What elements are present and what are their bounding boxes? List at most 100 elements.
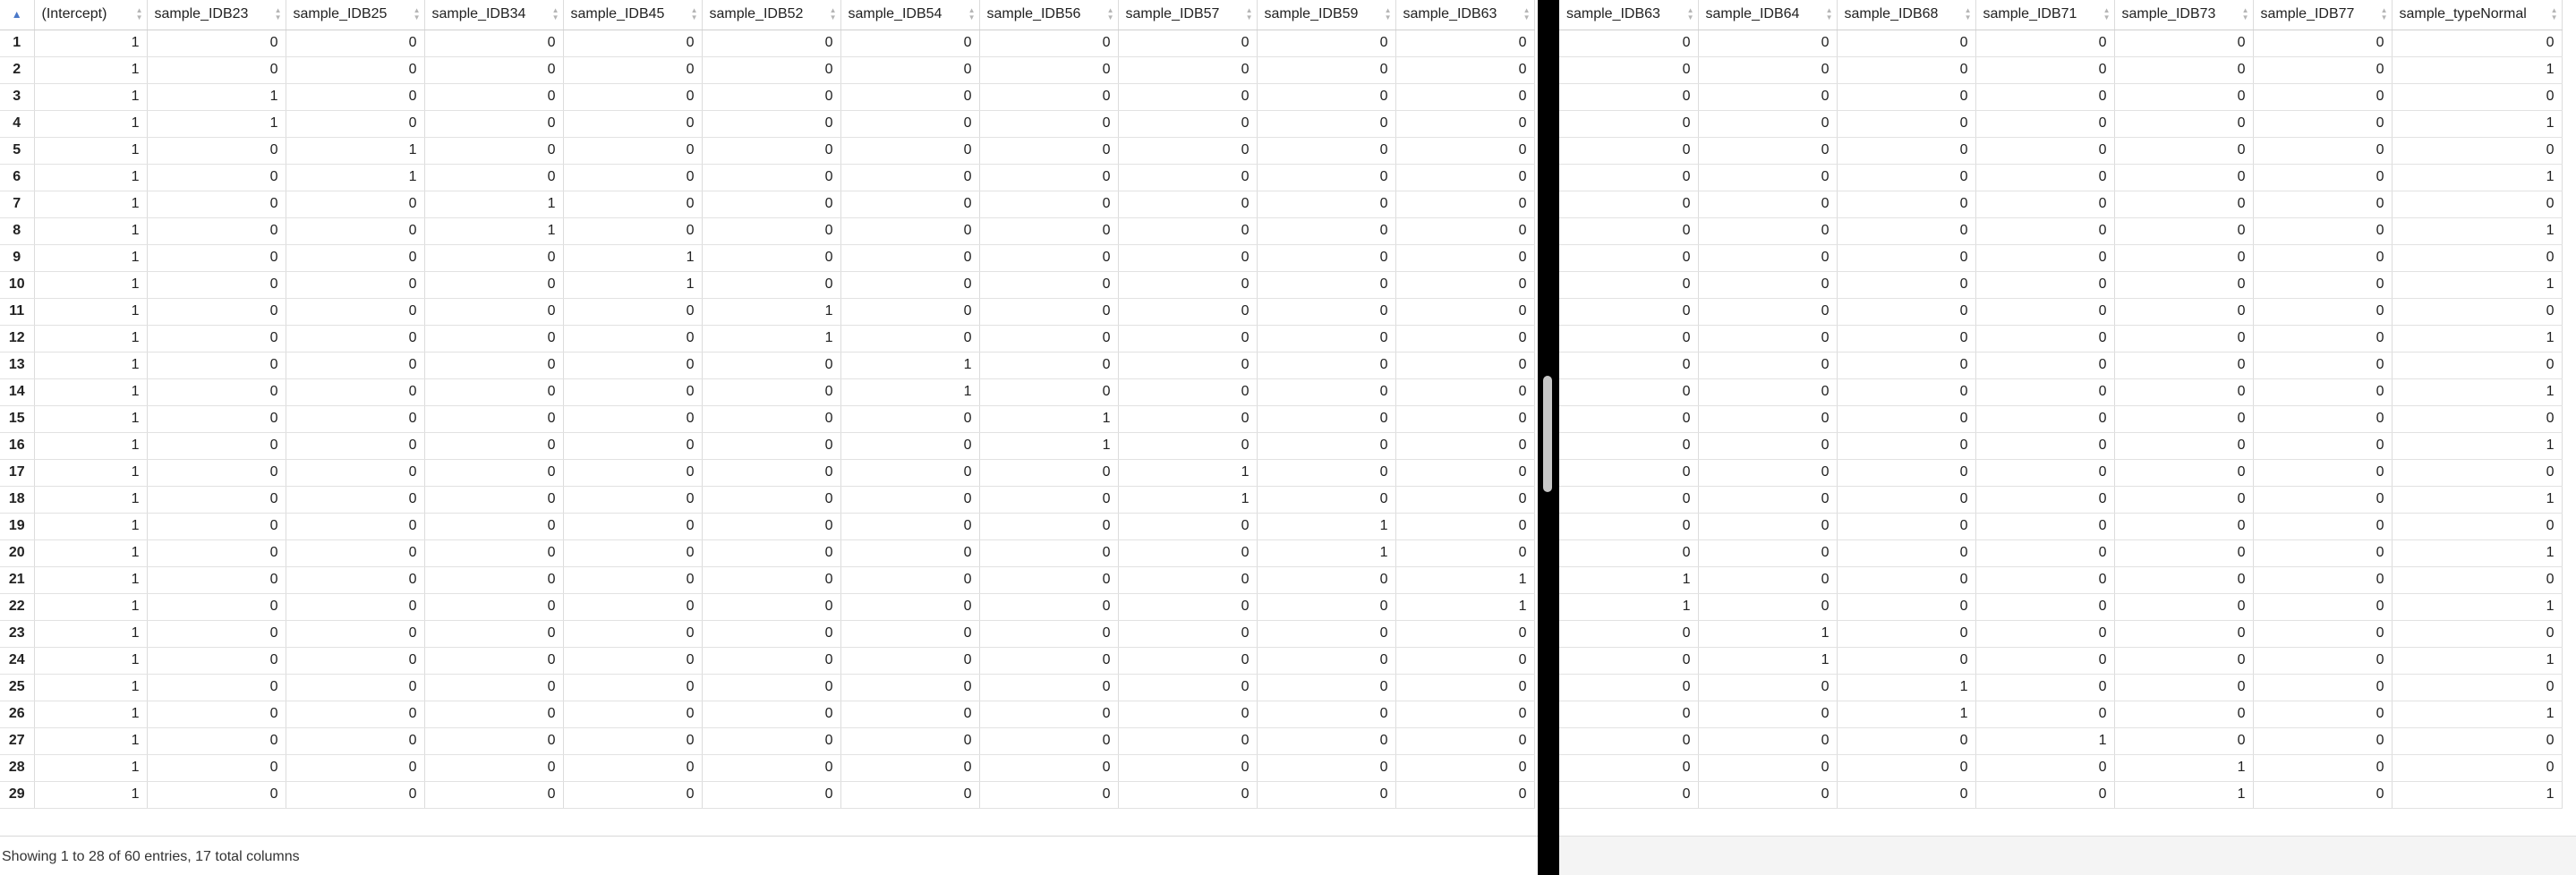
- table-cell: 0: [1698, 701, 1838, 728]
- sort-arrows-icon[interactable]: ▲ ▼: [1965, 7, 1972, 21]
- sort-arrows-icon[interactable]: ▲ ▼: [830, 7, 837, 21]
- table-cell: 0: [1975, 244, 2115, 272]
- table-cell: 0: [563, 566, 703, 594]
- sort-arrows-icon[interactable]: ▲ ▼: [1523, 7, 1531, 21]
- table-cell: 0: [563, 620, 703, 648]
- table-cell: 0: [563, 432, 703, 460]
- table-cell: 0: [1257, 432, 1396, 460]
- column-header[interactable]: sample_IDB25 ▲ ▼: [286, 0, 425, 30]
- table-cell: 1: [1837, 701, 1976, 728]
- table-cell: 0: [2253, 620, 2393, 648]
- sort-arrows-icon[interactable]: ▲ ▼: [1246, 7, 1253, 21]
- sort-arrows-icon[interactable]: ▲ ▼: [2381, 7, 2388, 21]
- row-sort-header[interactable]: ▲: [0, 0, 35, 30]
- table-cell: 1: [1559, 593, 1699, 621]
- pane-splitter[interactable]: [1538, 0, 1559, 875]
- splitter-handle[interactable]: [1543, 376, 1552, 492]
- table-cell: 0: [2392, 352, 2563, 379]
- sort-arrows-icon[interactable]: ▲ ▼: [1385, 7, 1392, 21]
- table-cell: 0: [1559, 325, 1699, 353]
- column-header-label: sample_IDB25: [293, 6, 388, 22]
- table-cell: 0: [286, 754, 425, 782]
- column-header[interactable]: sample_IDB63 ▲ ▼: [1559, 0, 1699, 30]
- sort-arrows-icon[interactable]: ▲ ▼: [2103, 7, 2111, 21]
- table-cell: 0: [1975, 593, 2115, 621]
- table-cell: 1: [34, 432, 148, 460]
- table-cell: 0: [2114, 405, 2254, 433]
- table-cell: 0: [2253, 432, 2393, 460]
- table-row: 0000001: [1559, 539, 2563, 567]
- table-cell: 0: [286, 674, 425, 701]
- table-cell: 0: [840, 217, 980, 245]
- sort-arrows-icon[interactable]: ▲ ▼: [1826, 7, 1833, 21]
- table-cell: 0: [702, 486, 841, 514]
- table-cell: 1: [2114, 754, 2254, 782]
- table-cell: 0: [1837, 754, 1976, 782]
- table-cell: 0: [1559, 513, 1699, 540]
- row-number: 5: [0, 137, 35, 165]
- table-cell: 0: [2253, 593, 2393, 621]
- column-header[interactable]: sample_IDB59 ▲ ▼: [1257, 0, 1396, 30]
- table-cell: 0: [1698, 217, 1838, 245]
- sort-arrows-icon[interactable]: ▲ ▼: [968, 7, 976, 21]
- table-cell: 0: [147, 593, 286, 621]
- table-cell: 0: [1975, 405, 2115, 433]
- table-cell: 0: [1559, 620, 1699, 648]
- column-header[interactable]: sample_IDB57 ▲ ▼: [1118, 0, 1258, 30]
- column-header-label: sample_IDB59: [1264, 6, 1359, 22]
- table-cell: 0: [563, 701, 703, 728]
- right-table-viewport[interactable]: sample_IDB63 ▲ ▼ sample_IDB64 ▲ ▼ sample_IDB68…: [1559, 0, 2576, 837]
- sort-arrows-icon[interactable]: ▲ ▼: [275, 7, 282, 21]
- sort-arrows-icon[interactable]: ▲ ▼: [1107, 7, 1114, 21]
- table-cell: 0: [702, 378, 841, 406]
- table-cell: 0: [1837, 378, 1976, 406]
- left-table-viewport[interactable]: ▲ (Intercept) ▲ ▼ sample_IDB23 ▲ ▼ sample_IDB25…: [0, 0, 1538, 837]
- column-header[interactable]: sample_IDB64 ▲ ▼: [1698, 0, 1838, 30]
- table-cell: 0: [1257, 271, 1396, 299]
- table-cell: 0: [1257, 83, 1396, 111]
- table-cell: 0: [1559, 378, 1699, 406]
- table-cell: 0: [147, 566, 286, 594]
- sort-arrows-icon[interactable]: ▲ ▼: [691, 7, 698, 21]
- table-cell: 0: [1837, 486, 1976, 514]
- column-header[interactable]: (Intercept) ▲ ▼: [34, 0, 148, 30]
- sort-arrows-icon[interactable]: ▲ ▼: [552, 7, 559, 21]
- table-cell: 0: [1698, 432, 1838, 460]
- column-header[interactable]: sample_IDB73 ▲ ▼: [2114, 0, 2254, 30]
- table-cell: 0: [2392, 754, 2563, 782]
- table-cell: 1: [34, 486, 148, 514]
- table-cell: 0: [563, 727, 703, 755]
- column-header[interactable]: sample_IDB71 ▲ ▼: [1975, 0, 2115, 30]
- sort-arrows-icon[interactable]: ▲ ▼: [1687, 7, 1694, 21]
- column-header[interactable]: sample_IDB45 ▲ ▼: [563, 0, 703, 30]
- column-header[interactable]: sample_typeNormal ▲ ▼: [2392, 0, 2563, 30]
- horizontal-scrollbar[interactable]: [1559, 836, 2576, 875]
- table-cell: 0: [1118, 539, 1258, 567]
- sort-arrows-icon[interactable]: ▲ ▼: [136, 7, 143, 21]
- column-header[interactable]: sample_IDB68 ▲ ▼: [1837, 0, 1976, 30]
- column-header[interactable]: sample_IDB63 ▲ ▼: [1395, 0, 1535, 30]
- column-header[interactable]: sample_IDB34 ▲ ▼: [424, 0, 564, 30]
- table-cell: 0: [2253, 352, 2393, 379]
- table-cell: 0: [2253, 754, 2393, 782]
- table-cell: 0: [424, 244, 564, 272]
- row-number: 26: [0, 701, 35, 728]
- table-row: 0010001: [1559, 701, 2563, 728]
- sort-arrows-icon[interactable]: ▲ ▼: [2551, 7, 2558, 21]
- table-cell: 0: [702, 191, 841, 218]
- column-header[interactable]: sample_IDB23 ▲ ▼: [147, 0, 286, 30]
- table-cell: 0: [286, 271, 425, 299]
- column-header[interactable]: sample_IDB52 ▲ ▼: [702, 0, 841, 30]
- table-cell: 0: [424, 164, 564, 191]
- column-header[interactable]: sample_IDB54 ▲ ▼: [840, 0, 980, 30]
- column-header[interactable]: sample_IDB56 ▲ ▼: [979, 0, 1119, 30]
- column-header[interactable]: sample_IDB77 ▲ ▼: [2253, 0, 2393, 30]
- table-cell: 0: [1257, 56, 1396, 84]
- sort-arrows-icon[interactable]: ▲ ▼: [2242, 7, 2249, 21]
- table-cell: 0: [286, 539, 425, 567]
- column-header-label: sample_IDB63: [1403, 6, 1497, 22]
- table-cell: 1: [2392, 701, 2563, 728]
- table-cell: 0: [1118, 56, 1258, 84]
- table-cell: 0: [702, 30, 841, 57]
- sort-arrows-icon[interactable]: ▲ ▼: [414, 7, 421, 21]
